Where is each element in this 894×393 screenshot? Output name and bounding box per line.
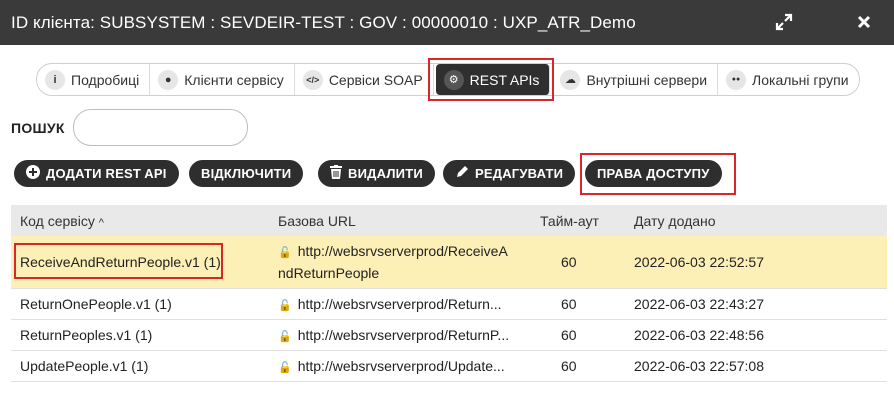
cell-code: ReturnOnePeople.v1 (1): [11, 288, 269, 320]
users-icon: ●●: [726, 69, 747, 90]
delete-button[interactable]: ВИДАЛИТИ: [318, 160, 435, 187]
highlight-selected-service-code: [14, 243, 223, 279]
highlight-rest-apis-tab: [428, 58, 554, 101]
cell-date: 2022-06-03 22:52:57: [625, 236, 887, 289]
unlock-icon: 🔓: [278, 299, 292, 312]
tab-service-clients[interactable]: ● Клієнти сервісу: [150, 64, 295, 95]
tab-label: Локальні групи: [752, 71, 849, 88]
unlock-icon: 🔓: [278, 361, 292, 374]
cell-date: 2022-06-03 22:57:08: [625, 350, 887, 382]
cloud-icon: ☁: [560, 69, 581, 90]
tab-internal-servers[interactable]: ☁ Внутрішні сервери: [552, 64, 719, 95]
table-row[interactable]: ReturnPeoples.v1 (1) 🔓 http://websrvserve…: [11, 319, 887, 351]
tab-label: Подробиці: [71, 71, 140, 88]
search-input[interactable]: [73, 109, 248, 146]
close-icon[interactable]: [850, 8, 878, 36]
column-header-url[interactable]: Базова URL: [269, 205, 531, 236]
delete-label: ВИДАЛИТИ: [348, 166, 423, 181]
info-icon: i: [45, 69, 65, 90]
plus-circle-icon: [26, 165, 40, 182]
column-header-code[interactable]: Код сервісу ^: [11, 205, 269, 236]
code-icon: </>: [302, 69, 323, 90]
table-row[interactable]: UpdatePeople.v1 (1) 🔓 http://websrvserver…: [11, 350, 887, 382]
edit-button[interactable]: РЕДАГУВАТИ: [443, 160, 576, 187]
disable-label: ВІДКЛЮЧИТИ: [201, 166, 292, 181]
title-bar: ID клієнта: SUBSYSTEM : SEVDEIR-TEST : G…: [0, 0, 894, 45]
trash-icon: [330, 165, 342, 182]
tab-label: Сервіси SOAP: [328, 71, 423, 88]
table-header-row: Код сервісу ^ Базова URL Тайм-аут Дату д…: [11, 205, 887, 236]
tab-local-groups[interactable]: ●● Локальні групи: [718, 64, 859, 95]
edit-label: РЕДАГУВАТИ: [475, 166, 564, 181]
cell-timeout: 60: [531, 288, 625, 320]
cell-timeout: 60: [531, 319, 625, 351]
unlock-icon: 🔓: [278, 330, 292, 343]
expand-icon[interactable]: [770, 8, 798, 36]
add-rest-api-button[interactable]: ДОДАТИ REST API: [14, 160, 179, 187]
cell-timeout: 60: [531, 236, 625, 289]
cell-url: 🔓 http://websrvserverprod/Return...: [269, 288, 531, 320]
unlock-icon: 🔓: [278, 246, 292, 259]
cell-timeout: 60: [531, 350, 625, 382]
rest-api-table: Код сервісу ^ Базова URL Тайм-аут Дату д…: [11, 205, 887, 382]
table-row[interactable]: ReturnOnePeople.v1 (1) 🔓 http://websrvser…: [11, 288, 887, 320]
cell-url: 🔓 http://websrvserverprod/Update...: [269, 350, 531, 382]
window-title: ID клієнта: SUBSYSTEM : SEVDEIR-TEST : G…: [11, 12, 636, 32]
cell-date: 2022-06-03 22:48:56: [625, 319, 887, 351]
column-header-timeout[interactable]: Тайм-аут: [531, 205, 625, 236]
cell-date: 2022-06-03 22:43:27: [625, 288, 887, 320]
cell-code: UpdatePeople.v1 (1): [11, 350, 269, 382]
search-label: ПОШУК: [11, 120, 65, 136]
tab-label: Внутрішні сервери: [586, 71, 708, 88]
cell-code: ReturnPeoples.v1 (1): [11, 319, 269, 351]
tab-details[interactable]: i Подробиці: [37, 64, 151, 95]
cell-url: 🔓 http://websrvserverprod/ReceiveA ndRetur…: [269, 236, 531, 289]
cell-url: 🔓 http://websrvserverprod/ReturnP...: [269, 319, 531, 351]
tab-soap-services[interactable]: </> Сервіси SOAP: [295, 64, 434, 95]
sort-asc-icon: ^: [98, 216, 104, 229]
column-header-date[interactable]: Дату додано: [625, 205, 887, 236]
pencil-icon: [455, 165, 469, 182]
tab-label: Клієнти сервісу: [184, 71, 284, 88]
user-icon: ●: [158, 69, 179, 90]
disable-button[interactable]: ВІДКЛЮЧИТИ: [189, 160, 304, 187]
highlight-access-rights-button: [580, 153, 736, 195]
add-rest-api-label: ДОДАТИ REST API: [46, 166, 167, 181]
